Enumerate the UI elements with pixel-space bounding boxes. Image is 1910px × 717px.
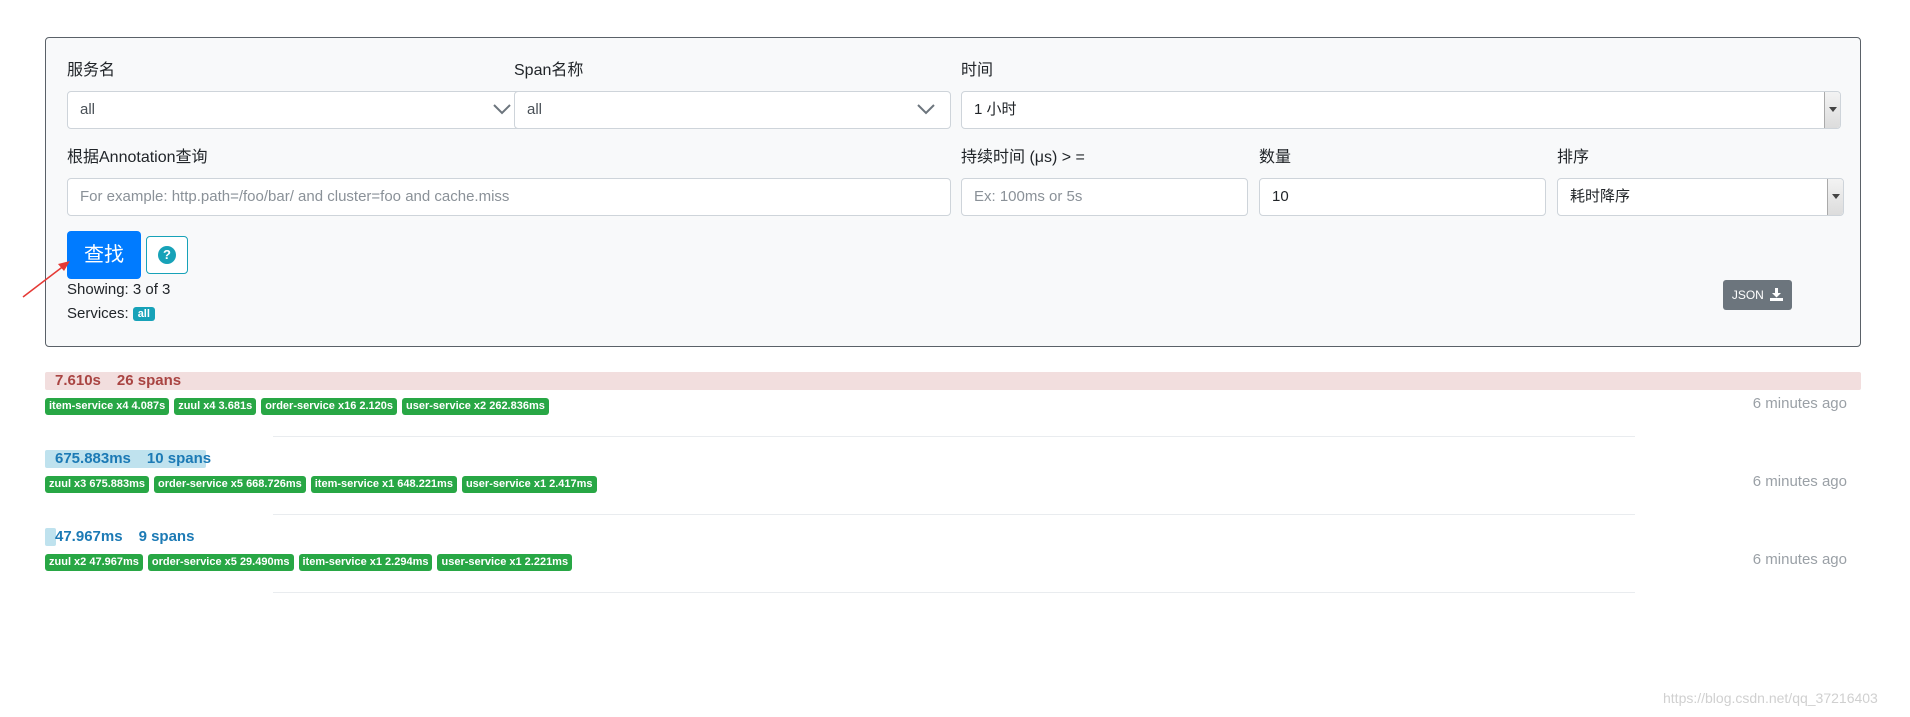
time-value: 1 小时: [974, 101, 1017, 118]
service-tag[interactable]: zuul x2 47.967ms: [45, 554, 143, 571]
service-tag[interactable]: order-service x5 29.490ms: [147, 554, 294, 571]
trace-summary: 47.967ms 9 spans: [55, 528, 194, 546]
annotation-query-input[interactable]: For example: http.path=/foo/bar/ and clu…: [67, 178, 951, 216]
chevron-down-icon: [917, 104, 935, 115]
service-tag[interactable]: order-service x16 2.120s: [261, 398, 398, 415]
annotation-label: 根据Annotation查询: [67, 149, 208, 166]
duration-input[interactable]: Ex: 100ms or 5s: [961, 178, 1248, 216]
trace-span-count: 10 spans: [146, 450, 212, 467]
service-tag[interactable]: item-service x4 4.087s: [45, 398, 170, 415]
service-tag[interactable]: item-service x1 2.294ms: [298, 554, 433, 571]
trace-span-count: 9 spans: [138, 528, 195, 545]
trace-summary: 7.610s 26 spans: [55, 372, 181, 390]
row-divider: [273, 592, 1635, 593]
duration-label: 持续时间 (μs) > =: [961, 149, 1085, 166]
service-tag[interactable]: zuul x3 675.883ms: [45, 476, 150, 493]
download-icon: [1770, 288, 1784, 301]
service-tag[interactable]: user-service x1 2.221ms: [437, 554, 573, 571]
services-label: Services:: [67, 305, 129, 322]
service-name-label: 服务名: [67, 62, 116, 79]
trace-duration: 675.883ms: [55, 450, 131, 467]
sort-select[interactable]: 耗时降序: [1557, 178, 1844, 216]
chevron-down-icon: [493, 104, 511, 115]
search-panel: 服务名 all Span名称 all 时间 1 小时 根据Annotation查…: [45, 37, 1861, 347]
select-arrow-icon: [1827, 179, 1843, 215]
service-tag[interactable]: zuul x4 3.681s: [174, 398, 257, 415]
service-name-value: all: [80, 101, 96, 118]
row-divider: [273, 436, 1635, 437]
showing-count: Showing: 3 of 3: [67, 281, 171, 298]
service-tag[interactable]: user-service x1 2.417ms: [461, 476, 597, 493]
span-name-select[interactable]: all: [514, 91, 951, 129]
trace-timestamp: 6 minutes ago: [1752, 551, 1847, 568]
json-download-button[interactable]: JSON: [1723, 280, 1792, 310]
zipkin-page: 服务名 all Span名称 all 时间 1 小时 根据Annotation查…: [0, 0, 1910, 717]
service-tag[interactable]: order-service x5 668.726ms: [154, 476, 306, 493]
service-tags: zuul x2 47.967ms order-service x5 29.490m…: [45, 552, 577, 571]
sort-value: 耗时降序: [1570, 188, 1631, 205]
select-arrow-icon: [1824, 92, 1840, 128]
services-badge[interactable]: all: [132, 307, 155, 321]
service-name-select[interactable]: all: [67, 91, 527, 129]
trace-duration: 47.967ms: [55, 528, 123, 545]
service-tag[interactable]: user-service x2 262.836ms: [402, 398, 549, 415]
trace-timestamp: 6 minutes ago: [1752, 395, 1847, 412]
duration-bar: [45, 372, 1861, 390]
watermark: https://blog.csdn.net/qq_37216403: [1663, 690, 1878, 706]
row-divider: [273, 514, 1635, 515]
trace-duration: 7.610s: [55, 372, 101, 389]
red-arrow-annotation: [22, 261, 70, 298]
service-tags: item-service x4 4.087s zuul x4 3.681s orde…: [45, 396, 554, 415]
service-tags: zuul x3 675.883ms order-service x5 668.72…: [45, 474, 602, 493]
service-tag[interactable]: item-service x1 648.221ms: [310, 476, 457, 493]
trace-summary: 675.883ms 10 spans: [55, 450, 211, 468]
time-label: 时间: [961, 62, 994, 79]
json-button-label: JSON: [1731, 288, 1764, 302]
limit-label: 数量: [1259, 149, 1292, 166]
question-circle-icon: ?: [158, 246, 176, 264]
sort-label: 排序: [1557, 149, 1590, 166]
span-name-value: all: [527, 101, 543, 118]
span-name-label: Span名称: [514, 62, 584, 79]
trace-span-count: 26 spans: [116, 372, 182, 389]
time-select[interactable]: 1 小时: [961, 91, 1841, 129]
trace-timestamp: 6 minutes ago: [1752, 473, 1847, 490]
help-button[interactable]: ?: [146, 236, 188, 274]
search-button[interactable]: 查找: [67, 231, 141, 279]
limit-input[interactable]: 10: [1259, 178, 1546, 216]
services-summary: Services: all: [67, 305, 155, 322]
